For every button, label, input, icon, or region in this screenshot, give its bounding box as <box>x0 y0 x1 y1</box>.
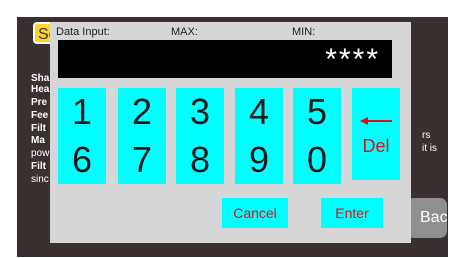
data-input-label: Data Input: <box>56 26 110 38</box>
key-0[interactable]: 0 <box>293 136 341 184</box>
min-label: MIN: <box>292 26 316 38</box>
cancel-button[interactable]: Cancel <box>222 198 288 228</box>
param-text-right-2: it is <box>422 143 437 154</box>
key-5[interactable]: 5 <box>293 88 341 136</box>
delete-button[interactable]: Del <box>352 88 400 180</box>
numeric-keypad-dialog: Data Input: MAX: MIN: **** 1 2 3 4 5 6 7… <box>50 22 411 243</box>
back-button[interactable]: Back <box>407 198 447 238</box>
value-display: **** <box>58 40 392 78</box>
delete-label: Del <box>362 136 390 156</box>
enter-button[interactable]: Enter <box>321 198 383 228</box>
key-2[interactable]: 2 <box>118 88 166 136</box>
arrow-left-icon <box>360 117 392 125</box>
max-label: MAX: <box>171 26 198 38</box>
param-text-right-1: rs <box>422 130 431 141</box>
key-1[interactable]: 1 <box>58 88 106 136</box>
key-9[interactable]: 9 <box>235 136 283 184</box>
key-6[interactable]: 6 <box>58 136 106 184</box>
key-3[interactable]: 3 <box>176 88 224 136</box>
key-4[interactable]: 4 <box>235 88 283 136</box>
key-7[interactable]: 7 <box>118 136 166 184</box>
key-8[interactable]: 8 <box>176 136 224 184</box>
